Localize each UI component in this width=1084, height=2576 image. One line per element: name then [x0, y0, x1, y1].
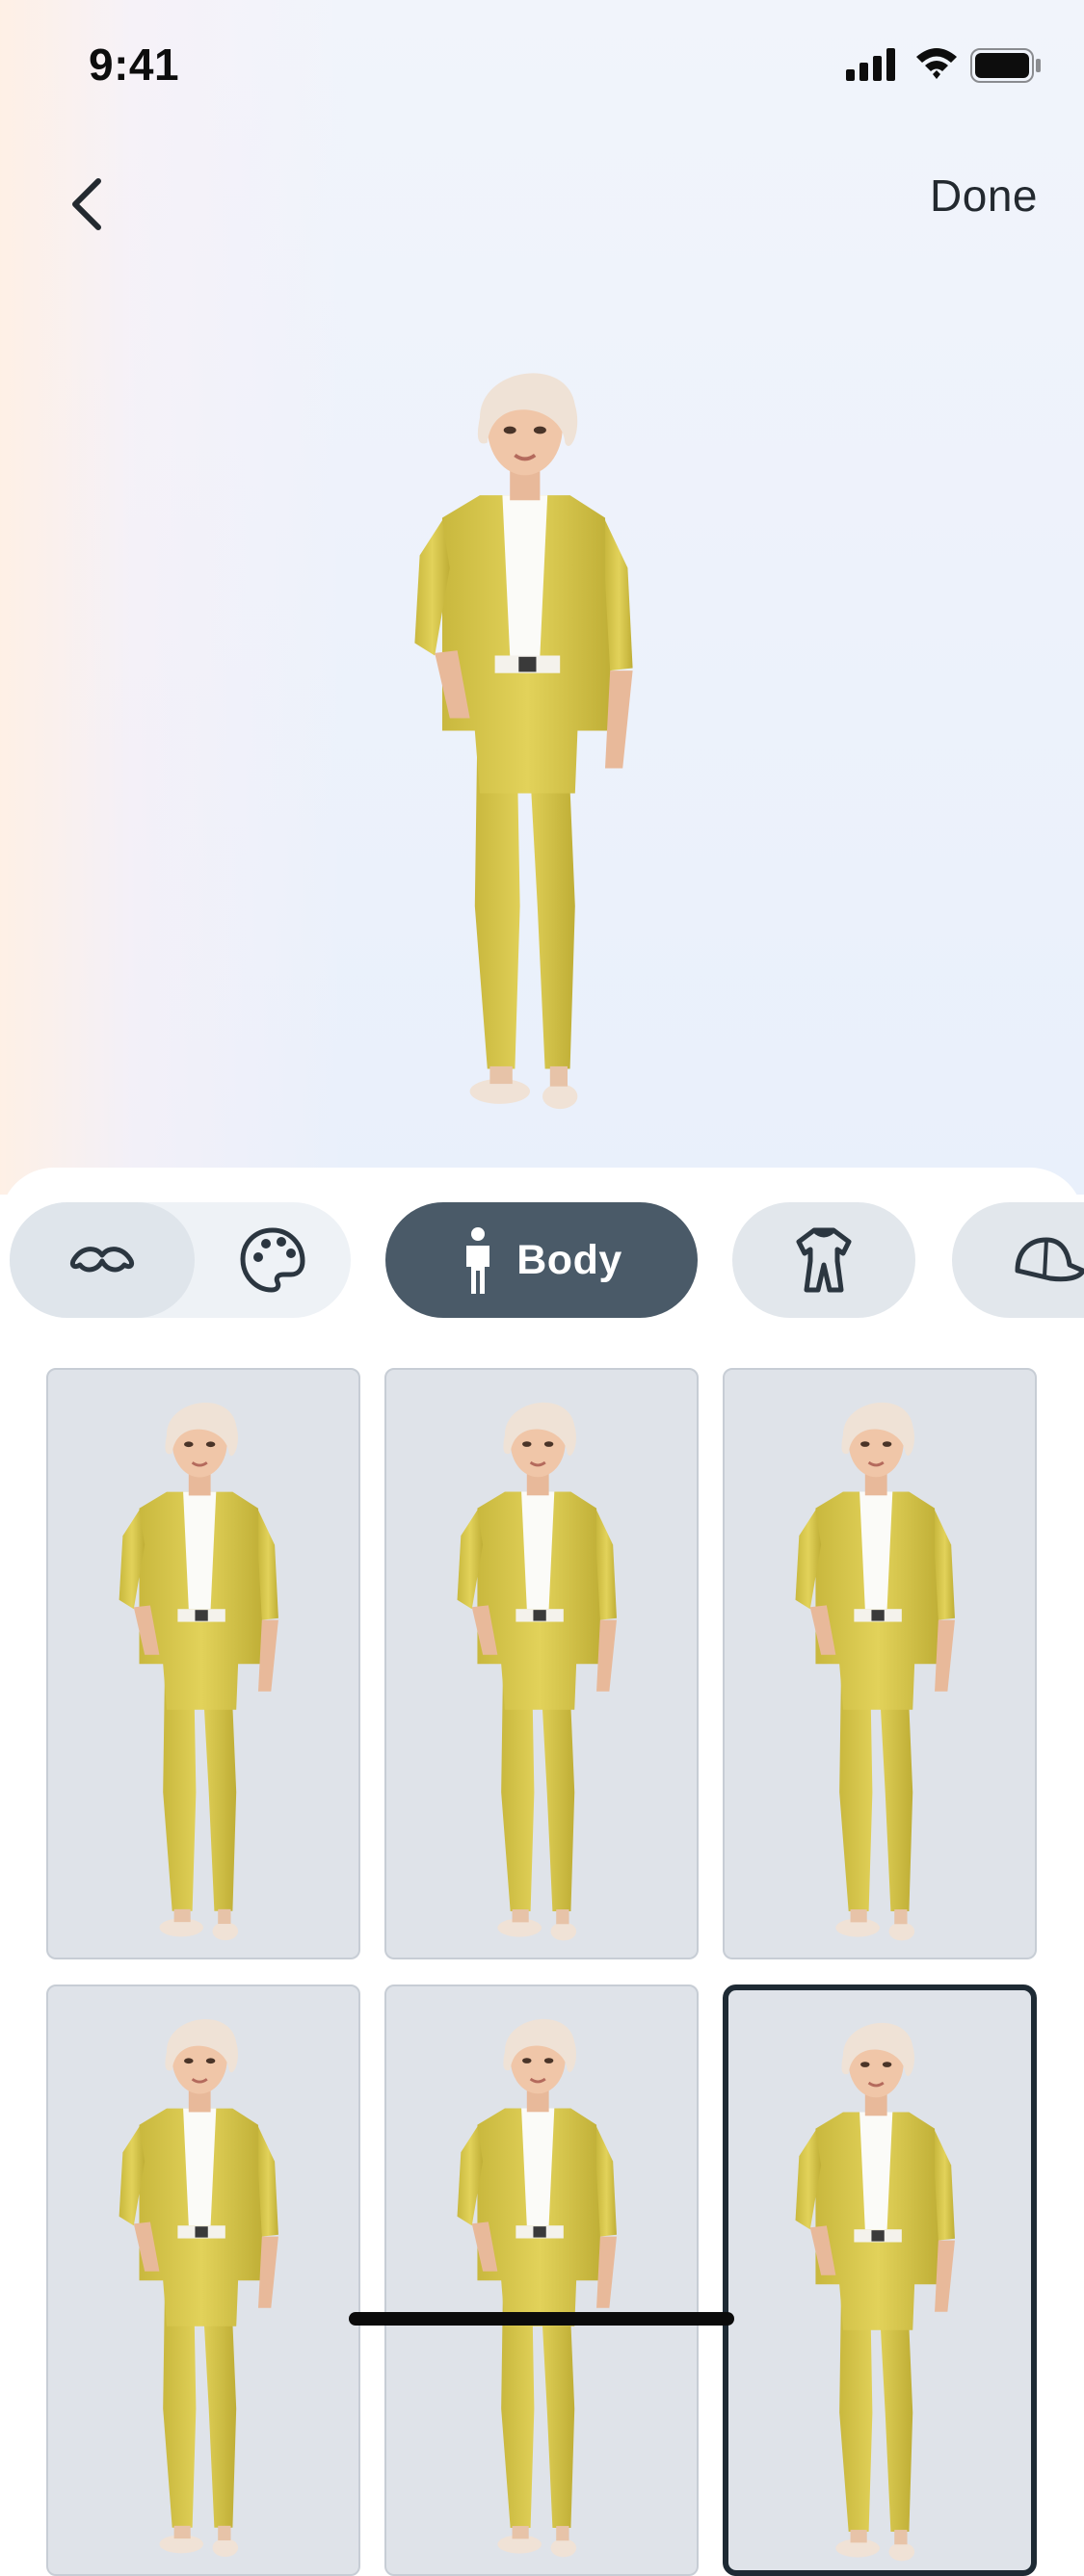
home-indicator — [349, 2312, 734, 2326]
status-time: 9:41 — [89, 39, 180, 90]
avatar-thumbnail — [794, 1401, 957, 1942]
mustache-icon — [69, 1247, 135, 1273]
category-selector: Body — [0, 1202, 1084, 1318]
avatar-thumbnail — [794, 2021, 957, 2563]
category-body-label: Body — [516, 1236, 622, 1283]
category-skin-color[interactable] — [195, 1202, 351, 1318]
body-option-tile[interactable] — [46, 1368, 360, 1959]
category-headwear[interactable] — [952, 1202, 1084, 1318]
category-facial-hair[interactable] — [10, 1202, 195, 1318]
body-option-tile[interactable] — [384, 1368, 699, 1959]
avatar-thumbnail — [456, 2017, 619, 2559]
cellular-signal-icon — [846, 48, 895, 81]
face-category-group — [10, 1202, 351, 1318]
body-option-tile[interactable] — [723, 1368, 1037, 1959]
person-icon — [466, 1227, 490, 1294]
avatar-preview-area: 9:41 Done — [0, 0, 1084, 1195]
back-button[interactable] — [46, 164, 127, 245]
category-body[interactable]: Body — [385, 1202, 698, 1318]
chevron-left-icon — [72, 178, 101, 230]
done-button[interactable]: Done — [930, 170, 1038, 222]
category-outfit[interactable] — [732, 1202, 915, 1318]
avatar-thumbnail — [118, 2017, 280, 2559]
battery-icon — [970, 48, 1041, 83]
avatar-preview[interactable] — [405, 337, 655, 1137]
cap-icon — [1015, 1237, 1084, 1282]
palette-icon — [240, 1227, 305, 1293]
body-option-tile-selected[interactable] — [723, 1985, 1037, 2576]
avatar-thumbnail — [118, 1401, 280, 1942]
status-bar: 9:41 — [0, 0, 1084, 125]
avatar-thumbnail — [456, 1401, 619, 1942]
body-option-tile[interactable] — [46, 1985, 360, 2576]
body-option-tile[interactable] — [384, 1985, 699, 2576]
outfit-icon — [796, 1227, 852, 1293]
wifi-icon — [916, 48, 957, 79]
